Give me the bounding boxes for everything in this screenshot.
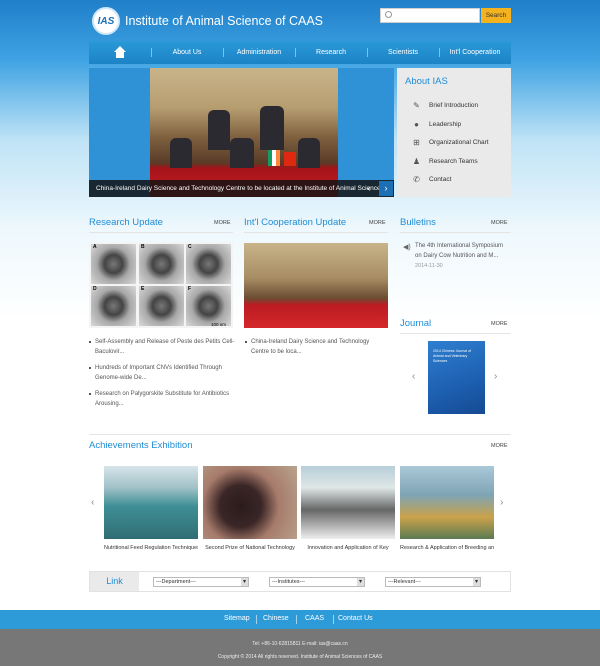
footer-nav: Sitemap Chinese CAAS Contact Us [0,610,600,629]
research-update-more[interactable]: MORE [214,220,231,226]
research-news-item[interactable]: Research on Palygorskite Substitute for … [89,389,235,409]
divider [244,232,388,233]
relevant-select[interactable]: ---Relevant--- [385,577,481,587]
banner-slider[interactable]: China-Ireland Dairy Science and Technolo… [89,68,394,197]
divider [89,434,511,435]
site-title[interactable]: Institute of Animal Science of CAAS [125,14,323,28]
achievement-caption[interactable]: Innovation and Application of Key [301,545,395,551]
speaker-icon: ◀) [403,244,411,251]
achievements-prev-arrow[interactable]: ‹ [91,497,94,508]
about-item-contact[interactable]: ✆ Contact [412,173,451,185]
banner-next-button[interactable]: › [379,181,393,196]
achievement-caption[interactable]: Second Prize of National Technology [203,545,297,551]
research-news-item[interactable]: Self-Assembly and Release of Peste des P… [89,337,235,357]
china-flag [284,152,296,166]
journal-prev-arrow[interactable]: ‹ [412,371,415,382]
nav-intl-cooperation[interactable]: Int'l Cooperation [439,41,511,64]
search-box[interactable] [380,8,480,23]
footer-link-chinese[interactable]: Chinese [263,615,289,622]
footer-contact: Tel: +86-10-62815811 E-mail: ias@caas.cn [252,641,348,647]
footer-copyright: Copyright © 2014 All rights reserved. In… [217,654,383,660]
coop-news-item[interactable]: China-Ireland Dairy Science and Technolo… [245,337,386,357]
divider [296,615,297,624]
team-icon: ♟ [412,156,421,166]
banner-photo[interactable] [150,68,338,197]
main-nav: About Us Administration Research Scienti… [89,41,511,64]
achievements-title[interactable]: Achievements Exhibition [89,440,193,451]
journal-cover-text: 2014 Chinese Journal of Animal and Veter… [433,349,471,363]
bulletins-more[interactable]: MORE [491,220,508,226]
search-icon [385,11,392,18]
nav-research[interactable]: Research [295,41,367,64]
ireland-flag [268,150,280,166]
banner-caption[interactable]: China-Ireland Dairy Science and Technolo… [96,185,381,192]
banner-prev-button[interactable]: ‹ [362,181,376,196]
footer-bottom: Tel: +86-10-62815811 E-mail: ias@caas.cn… [0,629,600,666]
bulletin-date: 2014-11-30 [415,263,443,269]
institutes-select[interactable]: ---Institutes--- [269,577,365,587]
achievement-caption[interactable]: Research & Application of Breeding and [400,545,494,551]
achievement-caption[interactable]: Nutritional Feed Regulation Techniques [104,545,198,551]
pencil-icon: ✎ [413,100,420,110]
site-logo[interactable]: IAS [92,7,120,35]
research-image[interactable]: A B C D E F 100 nm [89,242,233,328]
divider [400,232,511,233]
footer-link-sitemap[interactable]: Sitemap [224,615,250,622]
bulletins-title[interactable]: Bulletins [400,217,436,228]
about-item-organizational-chart[interactable]: ⊞ Organizational Chart [412,136,488,148]
department-select[interactable]: ---Department--- [153,577,249,587]
divider [400,333,511,334]
phone-icon: ✆ [413,174,420,184]
org-chart-icon: ⊞ [413,137,420,147]
research-news-item[interactable]: Hundreds of Important CNVs Identified Th… [89,363,235,383]
banner-caption-bar: China-Ireland Dairy Science and Technolo… [89,180,394,197]
person-icon: ● [414,119,419,129]
about-panel: About IAS ✎ Brief Introduction ● Leadershi… [397,68,511,197]
about-item-leadership[interactable]: ● Leadership [412,118,461,130]
coop-image[interactable] [244,243,388,328]
footer-link-caas[interactable]: CAAS [305,615,324,622]
journal-more[interactable]: MORE [491,321,508,327]
scale-label: 100 nm [211,322,227,327]
research-update-title[interactable]: Research Update [89,217,163,228]
nav-home[interactable] [89,41,151,64]
divider [256,615,257,624]
journal-cover[interactable]: 2014 Chinese Journal of Animal and Veter… [428,341,485,414]
coop-update-title[interactable]: Int'l Cooperation Update [244,217,346,228]
search-input[interactable] [395,10,479,21]
achievement-image[interactable] [400,466,494,539]
home-icon [114,46,126,58]
divider [333,615,334,624]
about-item-research-teams[interactable]: ♟ Research Teams [412,155,478,167]
divider [89,232,233,233]
about-item-brief-introduction[interactable]: ✎ Brief Introduction [412,99,478,111]
achievement-image[interactable] [104,466,198,539]
achievements-next-arrow[interactable]: › [500,497,503,508]
logo-text: IAS [97,16,115,27]
coop-update-more[interactable]: MORE [369,220,386,226]
nav-about-us[interactable]: About Us [151,41,223,64]
footer-link-contact-us[interactable]: Contact Us [338,615,373,622]
search-button[interactable]: Search [481,8,511,23]
about-title: About IAS [405,76,448,87]
nav-scientists[interactable]: Scientists [367,41,439,64]
journal-next-arrow[interactable]: › [494,371,497,382]
journal-title[interactable]: Journal [400,318,431,329]
link-bar: Link ---Department--- ---Institutes--- -… [89,571,511,592]
achievement-image[interactable] [203,466,297,539]
bulletin-item[interactable]: The 4th International Symposium on Dairy… [415,241,507,261]
achievements-more[interactable]: MORE [491,443,508,449]
link-title: Link [90,572,139,591]
nav-administration[interactable]: Administration [223,41,295,64]
achievement-image[interactable] [301,466,395,539]
